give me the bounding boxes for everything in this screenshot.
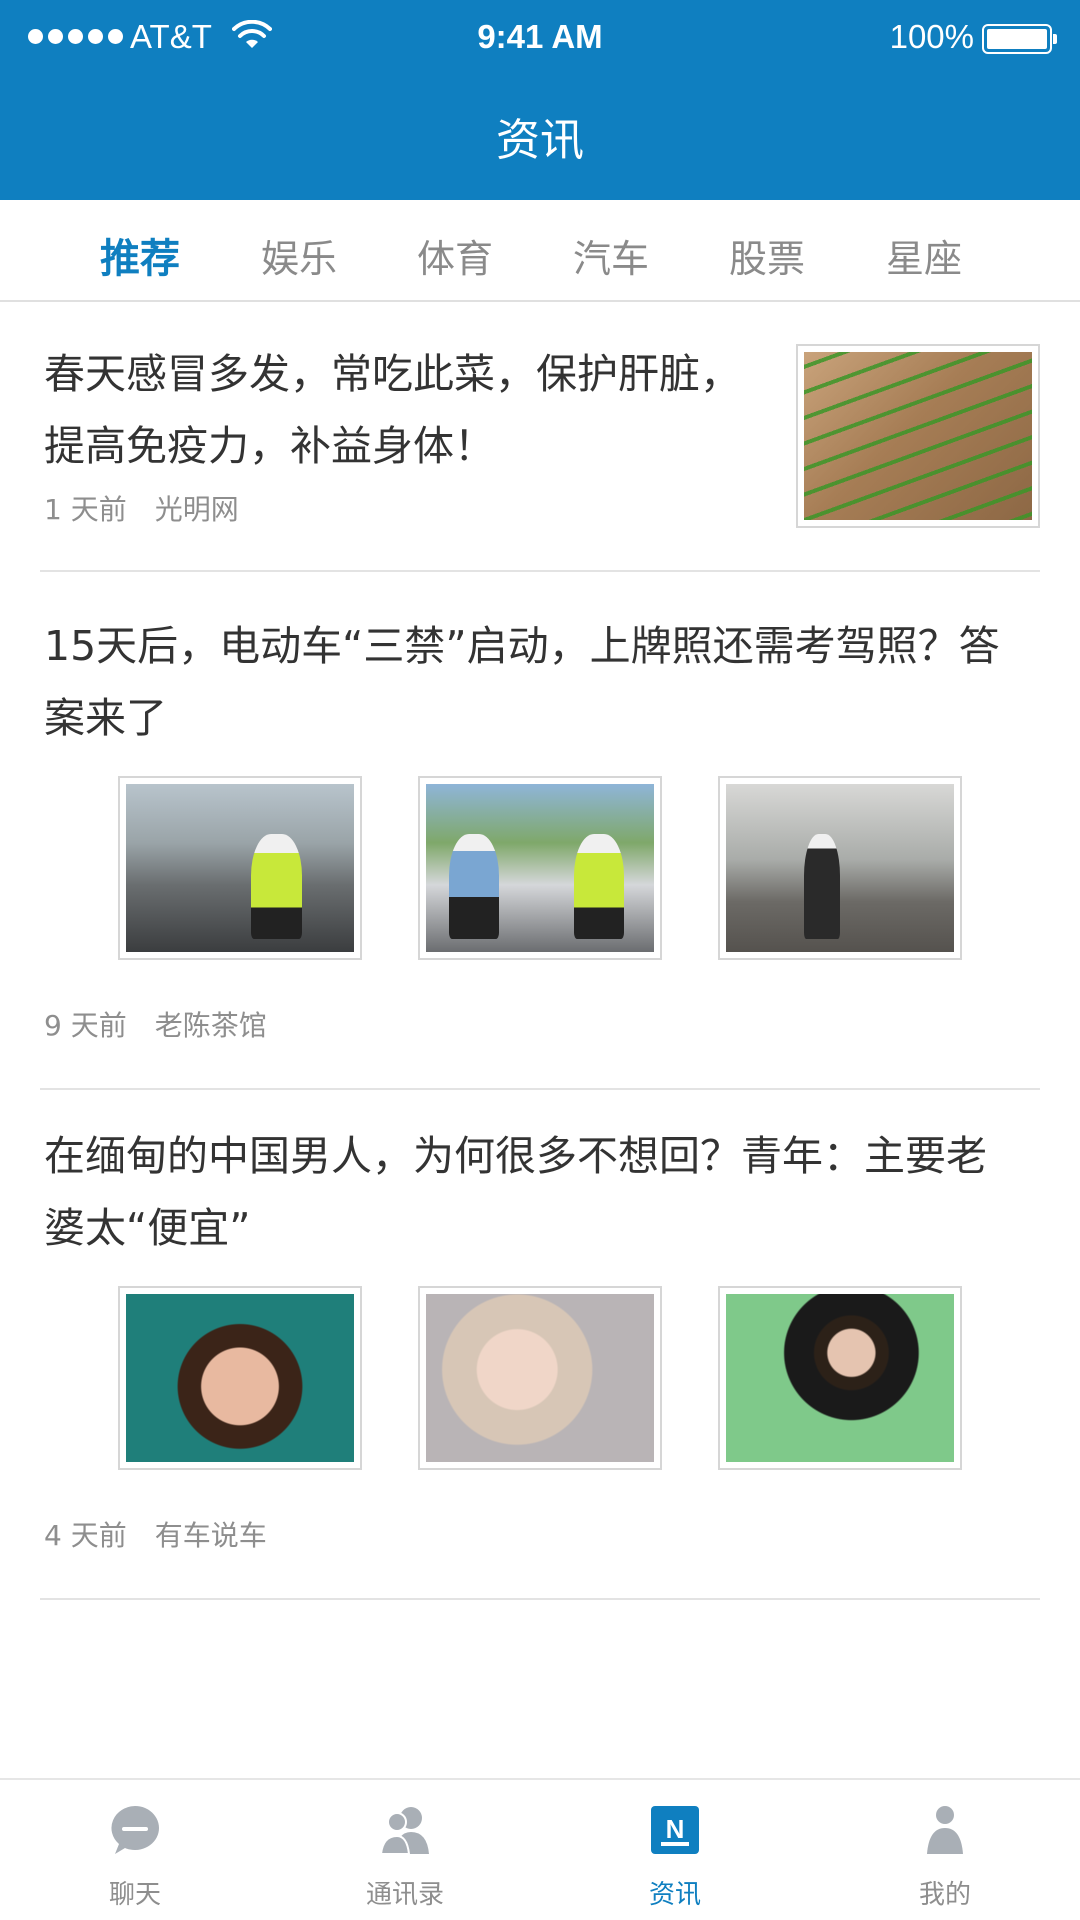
category-tabs: 推荐 娱乐 体育 汽车 股票 星座 xyxy=(0,200,1080,302)
tabbar-label: 我的 xyxy=(918,1880,971,1910)
tab-recommended[interactable]: 推荐 xyxy=(100,226,180,284)
article-thumbnail[interactable] xyxy=(418,776,662,960)
portrait-image xyxy=(726,1294,954,1462)
tab-stocks[interactable]: 股票 xyxy=(729,228,805,283)
news-item[interactable]: 春天感冒多发，常吃此菜，保护肝脏， 提高免疫力，补益身体！ 1 天前 光明网 xyxy=(40,302,1040,572)
article-meta: 9 天前 老陈茶馆 xyxy=(44,1004,267,1044)
article-title-line: 案来了 xyxy=(44,694,167,742)
profile-icon xyxy=(927,1806,963,1854)
article-time: 9 天前 xyxy=(44,1009,127,1042)
page-title: 资讯 xyxy=(496,115,584,166)
tabbar-label: 资讯 xyxy=(648,1880,701,1910)
article-thumbnail[interactable] xyxy=(118,1286,362,1470)
news-item[interactable]: 15天后，电动车“三禁”启动，上牌照还需考驾照？答 案来了 9 天前 老陈茶馆 xyxy=(40,572,1040,1090)
tabbar-label: 通讯录 xyxy=(365,1880,444,1910)
article-source: 光明网 xyxy=(154,493,239,526)
tab-cars[interactable]: 汽车 xyxy=(573,228,649,283)
traffic-police-image xyxy=(426,784,654,952)
article-thumbnail[interactable] xyxy=(118,776,362,960)
tab-horoscope[interactable]: 星座 xyxy=(886,228,962,283)
battery-icon xyxy=(982,24,1057,54)
battery-percentage: 100% xyxy=(889,18,974,55)
bottom-tab-bar: 聊天 通讯录 N 资讯 我的 xyxy=(0,1778,1080,1920)
status-bar: AT&T 9:41 AM 100% xyxy=(0,0,1080,78)
article-thumbnail[interactable] xyxy=(718,776,962,960)
tabbar-item-contacts[interactable]: 通讯录 xyxy=(270,1780,540,1920)
article-time: 1 天前 xyxy=(44,493,127,526)
chat-icon xyxy=(111,1806,159,1854)
svg-text:N: N xyxy=(666,1814,685,1844)
article-source: 老陈茶馆 xyxy=(154,1009,267,1042)
article-meta: 4 天前 有车说车 xyxy=(44,1514,267,1554)
traffic-police-image xyxy=(126,784,354,952)
top-bar: AT&T 9:41 AM 100% 资讯 xyxy=(0,0,1080,200)
article-title: 在缅甸的中国男人，为何很多不想回？青年：主要老 婆太“便宜” xyxy=(44,1120,1044,1264)
tab-sports[interactable]: 体育 xyxy=(417,228,493,283)
article-title-line: 15天后，电动车“三禁”启动，上牌照还需考驾照？答 xyxy=(44,622,1000,670)
article-title: 15天后，电动车“三禁”启动，上牌照还需考驾照？答 案来了 xyxy=(44,610,1044,754)
article-thumbnail[interactable] xyxy=(418,1286,662,1470)
vegetable-image xyxy=(804,352,1032,520)
tabbar-label: 聊天 xyxy=(108,1880,161,1910)
tabbar-item-chat[interactable]: 聊天 xyxy=(0,1780,270,1920)
article-thumbnail[interactable] xyxy=(718,1286,962,1470)
article-title-line: 提高免疫力，补益身体！ xyxy=(44,422,495,470)
article-meta: 1 天前 光明网 xyxy=(44,488,239,528)
article-title-line: 婆太“便宜” xyxy=(44,1204,251,1252)
article-source: 有车说车 xyxy=(154,1519,267,1552)
article-time: 4 天前 xyxy=(44,1519,127,1552)
news-item[interactable]: 在缅甸的中国男人，为何很多不想回？青年：主要老 婆太“便宜” 4 天前 有车说车 xyxy=(40,1090,1040,1600)
tabbar-item-profile[interactable]: 我的 xyxy=(810,1780,1080,1920)
article-title-line: 在缅甸的中国男人，为何很多不想回？青年：主要老 xyxy=(44,1132,987,1180)
article-thumbnail[interactable] xyxy=(796,344,1040,528)
contacts-icon xyxy=(379,1807,429,1855)
portrait-image xyxy=(126,1294,354,1462)
tab-entertainment[interactable]: 娱乐 xyxy=(261,228,337,283)
news-icon: N xyxy=(651,1806,699,1854)
portrait-image xyxy=(426,1294,654,1462)
article-title: 春天感冒多发，常吃此菜，保护肝脏， 提高免疫力，补益身体！ xyxy=(44,338,784,482)
article-title-line: 春天感冒多发，常吃此菜，保护肝脏， xyxy=(44,350,741,398)
tabbar-item-news[interactable]: N 资讯 xyxy=(540,1780,810,1920)
traffic-police-image xyxy=(726,784,954,952)
